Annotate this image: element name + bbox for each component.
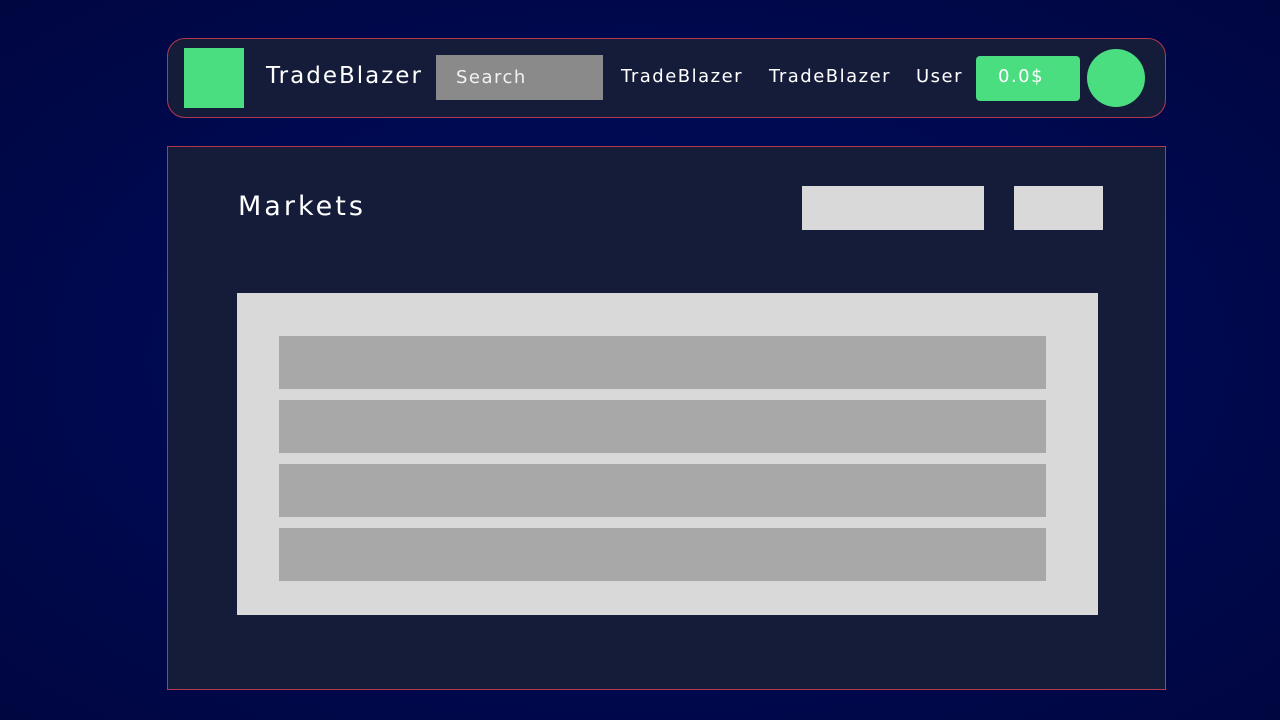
- page-title: Markets: [238, 191, 366, 222]
- market-row[interactable]: [279, 400, 1046, 453]
- nav-link-1[interactable]: TradeBlazer: [621, 66, 743, 87]
- market-row[interactable]: [279, 464, 1046, 517]
- search-input[interactable]: [436, 55, 603, 100]
- markets-panel: Markets: [167, 146, 1166, 690]
- markets-list: [237, 293, 1098, 615]
- market-row[interactable]: [279, 528, 1046, 581]
- brand-name[interactable]: TradeBlazer: [266, 63, 423, 89]
- action-button-secondary[interactable]: [1014, 186, 1103, 230]
- balance-button[interactable]: 0.0$: [976, 56, 1080, 101]
- logo-icon[interactable]: [184, 48, 244, 108]
- top-navbar: TradeBlazer TradeBlazer TradeBlazer User…: [167, 38, 1166, 118]
- nav-link-user[interactable]: User: [916, 66, 963, 87]
- avatar[interactable]: [1087, 49, 1145, 107]
- action-button-primary[interactable]: [802, 186, 984, 230]
- nav-link-2[interactable]: TradeBlazer: [769, 66, 891, 87]
- market-row[interactable]: [279, 336, 1046, 389]
